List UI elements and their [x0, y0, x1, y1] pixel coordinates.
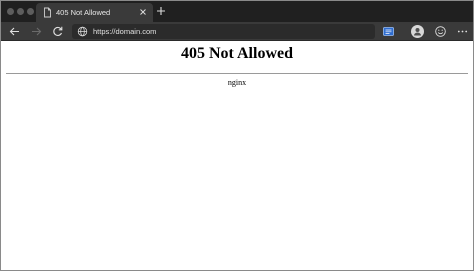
- window-close-button[interactable]: [7, 8, 14, 15]
- server-name: nginx: [227, 78, 247, 87]
- new-tab-icon[interactable]: [156, 6, 166, 16]
- tab-bar: 405 Not Allowed: [1, 1, 473, 22]
- refresh-icon[interactable]: [51, 25, 64, 38]
- tab-close-icon[interactable]: [138, 7, 148, 17]
- more-menu-icon[interactable]: [456, 25, 469, 38]
- browser-window: 405 Not Allowed https://domain.com 405 N…: [0, 0, 474, 271]
- person-icon: [414, 28, 421, 36]
- reading-view-icon[interactable]: [382, 25, 395, 38]
- page-content: 405 Not Allowed nginx: [1, 41, 473, 270]
- tab-title: 405 Not Allowed: [56, 8, 111, 17]
- page-icon: [44, 7, 51, 18]
- address-bar[interactable]: https://domain.com: [72, 24, 375, 39]
- profile-avatar[interactable]: [411, 25, 424, 38]
- forward-arrow-icon[interactable]: [30, 25, 43, 38]
- toolbar: https://domain.com: [1, 22, 473, 41]
- tab-active[interactable]: 405 Not Allowed: [36, 3, 153, 22]
- horizontal-rule: [6, 73, 468, 74]
- window-maximize-button[interactable]: [27, 8, 34, 15]
- window-minimize-button[interactable]: [17, 8, 24, 15]
- page-title: 405 Not Allowed: [181, 45, 293, 62]
- globe-icon: [77, 26, 88, 37]
- back-arrow-icon[interactable]: [8, 25, 21, 38]
- smiley-feedback-icon[interactable]: [434, 25, 447, 38]
- url-text[interactable]: https://domain.com: [93, 25, 156, 38]
